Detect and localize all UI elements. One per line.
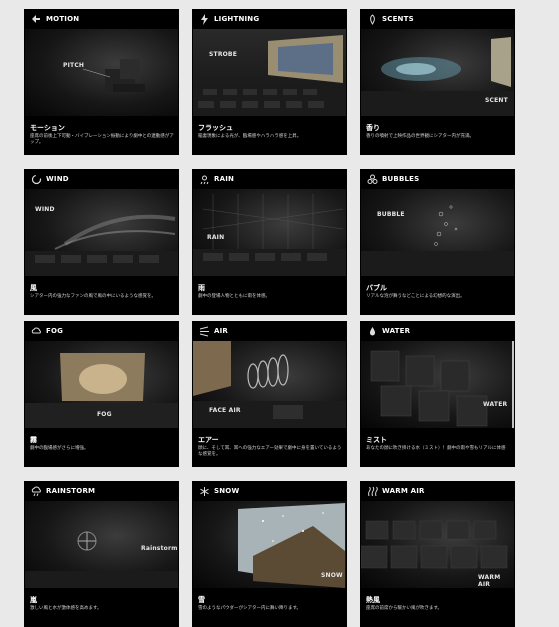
effect-card-lightning[interactable]: LIGHTNING STROBE フラッシュ 稲妻現象による光が、臨場感やハラハ… (192, 9, 347, 155)
card-description: あなたの顔に吹き掛ける水（ミスト）！劇中の雨や雪もリアルに体感 (366, 446, 506, 451)
snow-icon (198, 485, 210, 497)
card-image: FOG (25, 341, 178, 428)
card-jp-title: 霧 (30, 436, 37, 444)
bubbles-icon (366, 173, 378, 185)
wind-icon (30, 173, 42, 185)
card-jp-title: モーション (30, 124, 65, 132)
fog-icon (30, 325, 42, 337)
card-jp-title: バブル (366, 284, 387, 292)
card-jp-title: 雨 (198, 284, 205, 292)
effect-card-warm-air[interactable]: WARM AIR WARM AIR 熱風 座席の前席から暖かい風が吹きます。 (360, 481, 515, 627)
card-image: Rainstorm (25, 501, 178, 588)
card-header: WATER (366, 325, 410, 337)
card-image: SCENT (361, 29, 514, 116)
image-label: STROBE (209, 51, 238, 58)
card-description: シアター内の強力なファンの風で風の中にいるような感覚を。 (30, 294, 156, 299)
effect-card-water[interactable]: WATER WATER ミスト あなたの顔に吹き掛ける水（ミスト）！劇中の雨や雪… (360, 321, 515, 467)
card-header: SNOW (198, 485, 239, 497)
page: MOTION PITCH モーション 座席の前後上下可動・バイブレーション振動に… (0, 0, 559, 627)
card-header: RAINSTORM (30, 485, 95, 497)
image-label: BUBBLE (377, 211, 405, 218)
card-description: 激しい風と水が激体感を高めます。 (30, 606, 102, 611)
effect-card-rain[interactable]: RAIN RAIN 雨 劇中の登場人物とともに雨を体感。 (192, 169, 347, 315)
card-header: BUBBLES (366, 173, 419, 185)
card-description: 劇中の登場人物とともに雨を体感。 (198, 294, 270, 299)
effect-card-bubbles[interactable]: BUBBLES BUBBLE バブル リアルな泡が舞うなどことによる幻想的な演出… (360, 169, 515, 315)
card-description: 雪のようなパウダーがシアター内に舞い降ります。 (198, 606, 302, 611)
card-jp-title: 風 (30, 284, 37, 292)
lightning-icon (198, 13, 210, 25)
rain-icon (198, 173, 210, 185)
image-label: FACE AIR (209, 407, 241, 414)
card-image: BUBBLE (361, 189, 514, 276)
card-title: FOG (46, 327, 64, 335)
card-title: MOTION (46, 15, 80, 23)
warm-air-icon (366, 485, 378, 497)
air-icon (198, 325, 210, 337)
water-icon (366, 325, 378, 337)
image-label: WARM AIR (478, 574, 501, 588)
card-description: 劇中の臨場感がさらに増強。 (30, 446, 89, 451)
card-image: STROBE (193, 29, 346, 116)
card-jp-title: エアー (198, 436, 219, 444)
card-header: RAIN (198, 173, 234, 185)
card-title: WATER (382, 327, 411, 335)
card-title: RAIN (214, 175, 235, 183)
image-label: SNOW (321, 572, 343, 579)
card-jp-title: 嵐 (30, 596, 37, 604)
card-jp-title: 香り (366, 124, 380, 132)
image-label: SCENT (485, 97, 508, 104)
image-label: Rainstorm (141, 545, 178, 552)
rainstorm-icon (30, 485, 42, 497)
card-header: WARM AIR (366, 485, 425, 497)
image-label: WIND (35, 206, 55, 213)
card-description: 座席の前席から暖かい風が吹きます。 (366, 606, 443, 611)
card-image: FACE AIR (193, 341, 346, 428)
card-title: RAINSTORM (46, 487, 96, 495)
card-image: PITCH (25, 29, 178, 116)
card-description: リアルな泡が舞うなどことによる幻想的な演出。 (366, 294, 465, 299)
card-title: SCENTS (382, 15, 414, 23)
card-header: WIND (30, 173, 69, 185)
effect-card-fog[interactable]: FOG FOG 霧 劇中の臨場感がさらに増強。 (24, 321, 179, 467)
card-title: AIR (214, 327, 229, 335)
effect-card-motion[interactable]: MOTION PITCH モーション 座席の前後上下可動・バイブレーション振動に… (24, 9, 179, 155)
card-image: RAIN (193, 189, 346, 276)
card-header: SCENTS (366, 13, 414, 25)
card-title: LIGHTNING (214, 15, 260, 23)
image-label: WATER (483, 401, 508, 408)
card-jp-title: 熱風 (366, 596, 380, 604)
card-image: WIND (25, 189, 178, 276)
image-label: RAIN (207, 234, 225, 241)
card-description: 顔に、そして耳、耳への強力なエアー効果で劇中に身を置いているような感覚を。 (198, 446, 342, 457)
card-title: WARM AIR (382, 487, 425, 495)
card-image: WATER (361, 341, 514, 428)
effect-card-wind[interactable]: WIND WIND 風 シアター内の強力なファンの風で風の中にいるような感覚を。 (24, 169, 179, 315)
card-image: SNOW (193, 501, 346, 588)
card-jp-title: フラッシュ (198, 124, 233, 132)
scents-icon (366, 13, 378, 25)
card-title: BUBBLES (382, 175, 420, 183)
card-title: WIND (46, 175, 69, 183)
card-header: FOG (30, 325, 63, 337)
card-description: 稲妻現象による光が、臨場感やハラハラ感を上昇。 (198, 134, 302, 139)
card-description: 座席の前後上下可動・バイブレーション振動により劇中との連動感がアップ。 (30, 134, 174, 145)
motion-icon (30, 13, 42, 25)
effect-card-scents[interactable]: SCENTS SCENT 香り 香りの噴射で上映作品の世界観にシアター内が充満。 (360, 9, 515, 155)
image-label: PITCH (63, 62, 85, 69)
effect-card-rainstorm[interactable]: RAINSTORM Rainstorm 嵐 激しい風と水が激体感を高めます。 (24, 481, 179, 627)
card-header: LIGHTNING (198, 13, 259, 25)
card-image: WARM AIR (361, 501, 514, 588)
card-jp-title: ミスト (366, 436, 387, 444)
effect-card-snow[interactable]: SNOW SNOW 雪 雪のようなパウダーがシアター内に舞い降ります。 (192, 481, 347, 627)
image-label: FOG (97, 411, 112, 418)
card-header: MOTION (30, 13, 79, 25)
effect-card-air[interactable]: AIR FACE AIR エアー 顔に、そして耳、耳への強力なエアー効果で劇中に… (192, 321, 347, 467)
card-title: SNOW (214, 487, 240, 495)
card-description: 香りの噴射で上映作品の世界観にシアター内が充満。 (366, 134, 474, 139)
card-header: AIR (198, 325, 228, 337)
card-jp-title: 雪 (198, 596, 205, 604)
